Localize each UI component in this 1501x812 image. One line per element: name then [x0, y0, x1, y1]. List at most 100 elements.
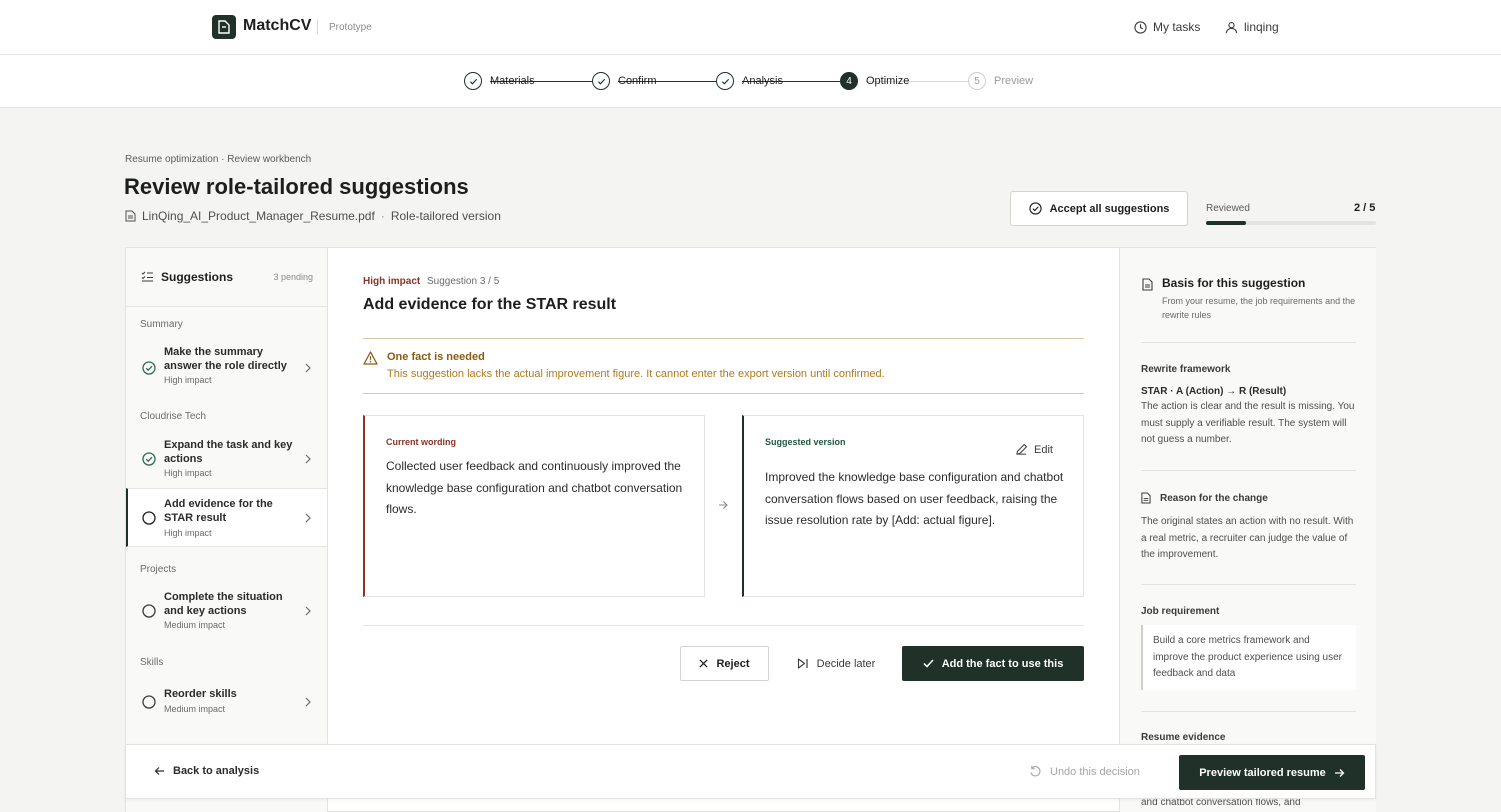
circle-icon [142, 603, 156, 618]
sidebar-item-task-actions[interactable]: Expand the task and key actions High imp… [126, 429, 327, 488]
check-circle-icon [142, 360, 156, 375]
skip-icon [797, 658, 808, 669]
preview-label: Preview tailored resume [1199, 766, 1326, 779]
divider [1141, 711, 1356, 712]
chevron-right-icon [305, 363, 311, 372]
file-separator: · [380, 209, 385, 223]
current-wording-card: Current wording Collected user feedback … [363, 415, 705, 597]
step-label: Materials [490, 75, 535, 87]
check-icon [592, 72, 610, 90]
impact-label: High impact [164, 528, 212, 538]
suggestion-title: Add evidence for the STAR result [164, 498, 273, 524]
user-menu[interactable]: linqing [1225, 20, 1279, 34]
chevron-right-icon [305, 606, 311, 615]
logo-icon[interactable] [212, 15, 236, 39]
warning-title: One fact is needed [387, 351, 485, 363]
back-label: Back to analysis [173, 765, 260, 777]
chevron-right-icon [305, 697, 311, 706]
undo-label: Undo this decision [1050, 765, 1140, 778]
step-label: Analysis [742, 75, 783, 87]
reviewed-label: Reviewed [1206, 203, 1250, 214]
circle-icon [142, 694, 156, 709]
sidebar-header: Suggestions 3 pending [126, 248, 327, 307]
file-info: LinQing_AI_Product_Manager_Resume.pdf · … [125, 209, 501, 223]
circle-icon [142, 510, 156, 525]
step-analysis[interactable]: Analysis [716, 72, 783, 90]
check-icon [464, 72, 482, 90]
step-materials[interactable]: Materials [464, 72, 535, 90]
close-icon [699, 659, 709, 668]
user-icon [1225, 21, 1238, 33]
clock-icon [1134, 20, 1147, 34]
missing-fact-warning: One fact is needed This suggestion lacks… [363, 338, 1084, 394]
suggestions-sidebar: Suggestions 3 pending Summary Make the s… [126, 248, 328, 812]
chevron-right-icon [305, 513, 311, 522]
impact-label: High impact [164, 375, 212, 385]
suggested-version-label: Suggested version [765, 437, 846, 447]
brand-divider [317, 20, 318, 34]
job-requirement-label: Job requirement [1141, 606, 1220, 617]
my-tasks-link[interactable]: My tasks [1134, 20, 1200, 34]
sidebar-item-summary[interactable]: Make the summary answer the role directl… [126, 338, 327, 397]
suggestion-title: Reorder skills [164, 688, 237, 700]
basis-panel: Basis for this suggestion From your resu… [1119, 248, 1376, 812]
check-circle-icon [142, 451, 156, 466]
sidebar-item-situation[interactable]: Complete the situation and key actions M… [126, 581, 327, 640]
chevron-right-icon [305, 454, 311, 463]
arrow-right-icon [719, 501, 728, 509]
decide-later-label: Decide later [816, 657, 876, 670]
section-divider [363, 625, 1084, 626]
review-workbench: Suggestions 3 pending Summary Make the s… [125, 247, 1376, 812]
basis-title: Basis for this suggestion [1162, 276, 1306, 290]
step-preview[interactable]: 5 Preview [968, 72, 1033, 90]
step-confirm[interactable]: Confirm [592, 72, 657, 90]
edit-label: Edit [1034, 443, 1053, 456]
preview-resume-button[interactable]: Preview tailored resume [1179, 755, 1365, 790]
warning-description: This suggestion lacks the actual improve… [387, 368, 885, 380]
add-fact-button[interactable]: Add the fact to use this [902, 646, 1084, 681]
suggestion-title: Make the summary answer the role directl… [164, 346, 287, 372]
top-bar: MatchCV Prototype My tasks linqing [0, 0, 1501, 55]
group-label-summary: Summary [140, 319, 183, 330]
resume-evidence-label: Resume evidence [1141, 732, 1226, 743]
check-icon [716, 72, 734, 90]
reject-button[interactable]: Reject [680, 646, 769, 681]
group-label-skills: Skills [140, 657, 164, 668]
warning-icon [363, 351, 378, 365]
impact-label: High impact [164, 468, 212, 478]
impact-label: Medium impact [164, 704, 226, 714]
reviewed-count: 2 / 5 [1354, 202, 1376, 214]
brand-name[interactable]: MatchCV [243, 17, 311, 35]
sidebar-item-star-result[interactable]: Add evidence for the STAR result High im… [126, 488, 327, 547]
accept-all-button[interactable]: Accept all suggestions [1010, 191, 1188, 226]
suggestion-title: Add evidence for the STAR result [363, 296, 617, 313]
action-footer: Back to analysis Undo this decision Prev… [125, 744, 1376, 799]
back-to-analysis-button[interactable]: Back to analysis [154, 765, 259, 777]
reject-label: Reject [716, 657, 750, 670]
job-requirement-quote: Build a core metrics framework and impro… [1141, 625, 1356, 690]
impact-label: Medium impact [164, 620, 226, 630]
suggestion-detail: High impact Suggestion 3 / 5 Add evidenc… [328, 248, 1119, 812]
divider [1141, 584, 1356, 585]
group-label-projects: Projects [140, 564, 177, 575]
suggested-version-text[interactable]: Improved the knowledge base configuratio… [765, 467, 1065, 532]
group-label-cloudrise: Cloudrise Tech [140, 411, 206, 422]
document-icon [125, 210, 136, 222]
suggestion-title: Complete the situation and key actions [164, 591, 283, 617]
framework-text: The action is clear and the result is mi… [1141, 401, 1355, 445]
decide-later-button[interactable]: Decide later [786, 646, 886, 681]
undo-icon [1030, 765, 1041, 777]
check-icon [923, 659, 934, 668]
step-optimize[interactable]: 4 Optimize [840, 72, 909, 90]
sidebar-item-skills[interactable]: Reorder skills Medium impact [126, 672, 327, 731]
step-label: Preview [994, 75, 1034, 87]
undo-decision-button[interactable]: Undo this decision [1029, 765, 1140, 778]
step-label: Optimize [866, 75, 910, 87]
progress-stepper: Materials Confirm Analysis 4 Optimize 5 … [0, 55, 1501, 108]
prototype-tag: Prototype [329, 22, 372, 33]
edit-button[interactable]: Edit [1015, 443, 1053, 456]
pending-count: 3 pending [273, 272, 313, 282]
reason-label: Reason for the change [1160, 493, 1268, 504]
suggestion-title: Expand the task and key actions [164, 439, 293, 465]
framework-star: STAR · A (Action) → R (Result) [1141, 386, 1287, 397]
